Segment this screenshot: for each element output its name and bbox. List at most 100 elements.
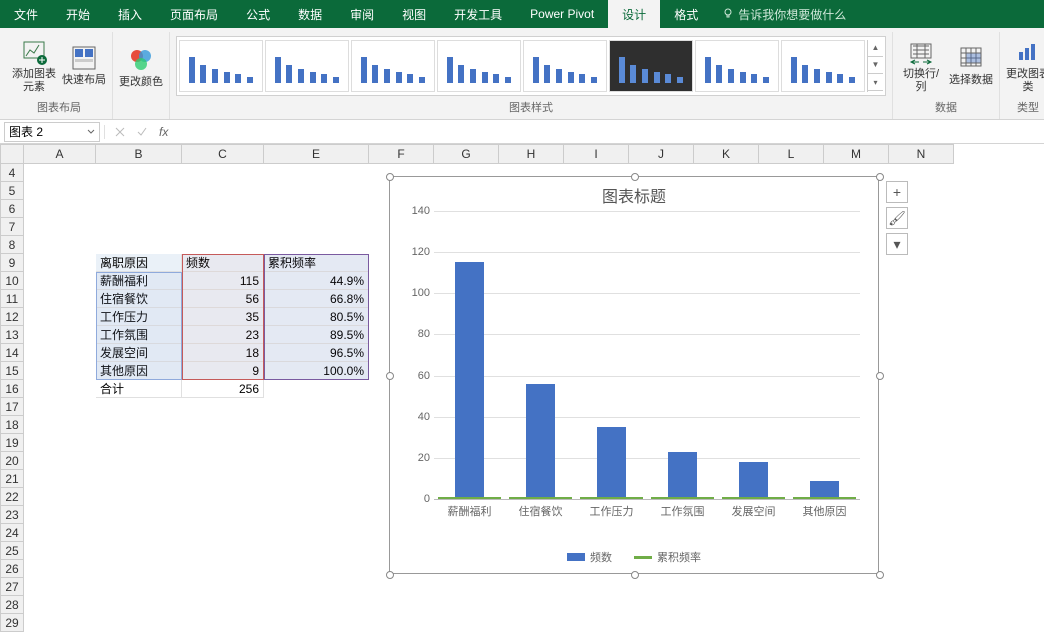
style-thumb-2[interactable] <box>265 40 349 92</box>
change-colors-button[interactable]: 更改颜色 <box>119 34 163 101</box>
colhead-N[interactable]: N <box>889 144 954 164</box>
cell-B13[interactable]: 工作氛围 <box>96 326 182 344</box>
cell-E15[interactable]: 100.0% <box>264 362 369 380</box>
rowhead-24[interactable]: 24 <box>0 524 24 542</box>
rowhead-11[interactable]: 11 <box>0 290 24 308</box>
cell-B9[interactable]: 离职原因 <box>96 254 182 272</box>
rowhead-10[interactable]: 10 <box>0 272 24 290</box>
chart-handle[interactable] <box>631 571 639 579</box>
rowhead-19[interactable]: 19 <box>0 434 24 452</box>
tab-数据[interactable]: 数据 <box>284 0 336 28</box>
colhead-J[interactable]: J <box>629 144 694 164</box>
tab-审阅[interactable]: 审阅 <box>336 0 388 28</box>
rowhead-13[interactable]: 13 <box>0 326 24 344</box>
quick-layout-button[interactable]: 快速布局 <box>62 34 106 97</box>
cell-C11[interactable]: 56 <box>182 290 264 308</box>
chart-handle[interactable] <box>386 571 394 579</box>
colhead-B[interactable]: B <box>96 144 182 164</box>
cell-B12[interactable]: 工作压力 <box>96 308 182 326</box>
cell-B10[interactable]: 薪酬福利 <box>96 272 182 290</box>
rowhead-25[interactable]: 25 <box>0 542 24 560</box>
rowhead-16[interactable]: 16 <box>0 380 24 398</box>
legend-item-line[interactable]: 累积频率 <box>634 549 701 565</box>
rowhead-8[interactable]: 8 <box>0 236 24 254</box>
style-thumb-8[interactable] <box>781 40 865 92</box>
rowhead-27[interactable]: 27 <box>0 578 24 596</box>
plot-area[interactable]: 020406080100120140薪酬福利住宿餐饮工作压力工作氛围发展空间其他… <box>434 211 860 499</box>
rowhead-7[interactable]: 7 <box>0 218 24 236</box>
style-thumb-6[interactable] <box>609 40 693 92</box>
cell-C10[interactable]: 115 <box>182 272 264 290</box>
colhead-G[interactable]: G <box>434 144 499 164</box>
tab-开发工具[interactable]: 开发工具 <box>440 0 516 28</box>
rowhead-9[interactable]: 9 <box>0 254 24 272</box>
select-all-triangle[interactable] <box>0 144 24 164</box>
switch-row-column-button[interactable]: 切换行/列 <box>899 34 943 97</box>
rowhead-4[interactable]: 4 <box>0 164 24 182</box>
rowhead-12[interactable]: 12 <box>0 308 24 326</box>
bar-1[interactable] <box>526 384 556 499</box>
rowhead-28[interactable]: 28 <box>0 596 24 614</box>
cell-E10[interactable]: 44.9% <box>264 272 369 290</box>
cell-B14[interactable]: 发展空间 <box>96 344 182 362</box>
cell-C16[interactable]: 256 <box>182 380 264 398</box>
add-chart-element-button[interactable]: 添加图表元素 <box>12 34 56 97</box>
chart-handle[interactable] <box>631 173 639 181</box>
style-thumb-4[interactable] <box>437 40 521 92</box>
name-box[interactable]: 图表 2 <box>4 122 100 142</box>
style-thumb-1[interactable] <box>179 40 263 92</box>
tab-公式[interactable]: 公式 <box>232 0 284 28</box>
chart-side-button-0[interactable]: + <box>886 181 908 203</box>
colhead-A[interactable]: A <box>24 144 96 164</box>
gallery-more-button[interactable]: ▲▼▾ <box>867 40 883 92</box>
change-chart-type-button[interactable]: 更改图表类 <box>1006 34 1044 97</box>
colhead-I[interactable]: I <box>564 144 629 164</box>
tell-me-box[interactable]: 告诉我你想要做什么 <box>712 0 856 28</box>
grid-area[interactable]: ABCEFGHIJKLMN 45678910111213141516171819… <box>0 144 1044 643</box>
chart-object[interactable]: 图表标题 020406080100120140薪酬福利住宿餐饮工作压力工作氛围发… <box>389 176 879 574</box>
colhead-H[interactable]: H <box>499 144 564 164</box>
chart-handle[interactable] <box>386 372 394 380</box>
legend-item-bar[interactable]: 频数 <box>567 549 612 565</box>
cell-E12[interactable]: 80.5% <box>264 308 369 326</box>
tab-Power Pivot[interactable]: Power Pivot <box>516 0 608 28</box>
rowhead-22[interactable]: 22 <box>0 488 24 506</box>
tab-文件[interactable]: 文件 <box>0 0 52 28</box>
cell-C12[interactable]: 35 <box>182 308 264 326</box>
rowhead-18[interactable]: 18 <box>0 416 24 434</box>
chart-handle[interactable] <box>876 372 884 380</box>
bar-4[interactable] <box>739 462 769 499</box>
rowhead-20[interactable]: 20 <box>0 452 24 470</box>
style-gallery[interactable]: ▲▼▾ <box>176 36 886 96</box>
chart-legend[interactable]: 频数 累积频率 <box>390 549 878 565</box>
rowhead-5[interactable]: 5 <box>0 182 24 200</box>
bar-3[interactable] <box>668 452 698 499</box>
cell-B16[interactable]: 合计 <box>96 380 182 398</box>
colhead-K[interactable]: K <box>694 144 759 164</box>
cell-B11[interactable]: 住宿餐饮 <box>96 290 182 308</box>
tab-插入[interactable]: 插入 <box>104 0 156 28</box>
chart-handle[interactable] <box>876 571 884 579</box>
colhead-F[interactable]: F <box>369 144 434 164</box>
cell-E9[interactable]: 累积频率 <box>264 254 369 272</box>
enter-icon[interactable] <box>137 127 147 137</box>
chart-handle[interactable] <box>386 173 394 181</box>
fx-icon[interactable]: fx <box>159 125 168 139</box>
cell-E11[interactable]: 66.8% <box>264 290 369 308</box>
rowhead-17[interactable]: 17 <box>0 398 24 416</box>
chart-side-button-1[interactable]: 🖌 <box>886 207 908 229</box>
tab-开始[interactable]: 开始 <box>52 0 104 28</box>
tab-视图[interactable]: 视图 <box>388 0 440 28</box>
rowhead-23[interactable]: 23 <box>0 506 24 524</box>
tab-格式[interactable]: 格式 <box>660 0 712 28</box>
cell-C14[interactable]: 18 <box>182 344 264 362</box>
colhead-L[interactable]: L <box>759 144 824 164</box>
select-data-button[interactable]: 选择数据 <box>949 34 993 97</box>
rowhead-6[interactable]: 6 <box>0 200 24 218</box>
bar-2[interactable] <box>597 427 627 499</box>
colhead-E[interactable]: E <box>264 144 369 164</box>
bar-0[interactable] <box>455 262 485 499</box>
chart-handle[interactable] <box>876 173 884 181</box>
style-thumb-3[interactable] <box>351 40 435 92</box>
rowhead-29[interactable]: 29 <box>0 614 24 632</box>
